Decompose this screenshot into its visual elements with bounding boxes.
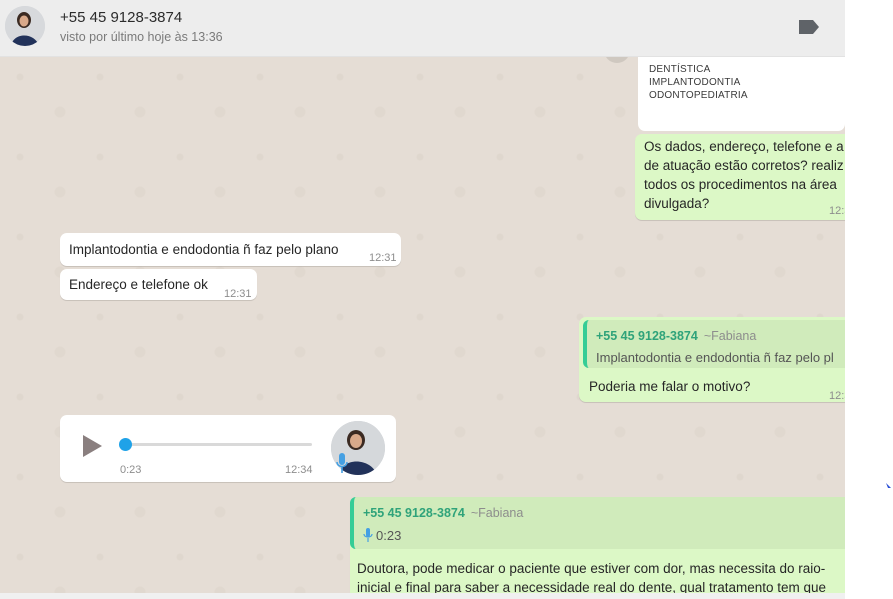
quote-sender-number: +55 45 9128-3874: [363, 506, 465, 520]
audio-progress-track[interactable]: [126, 443, 312, 446]
outgoing-message[interactable]: +55 45 9128-3874 ~Fabiana Implantodontia …: [579, 317, 845, 402]
doc-line: ODONTOPEDIATRIA: [649, 90, 748, 101]
message-line: todos os procedimentos na área: [644, 177, 837, 192]
message-line: divulgada?: [644, 196, 710, 211]
audio-duration: 0:23: [120, 464, 142, 476]
quoted-voice-message[interactable]: +55 45 9128-3874 ~Fabiana 0:23: [350, 497, 845, 549]
quote-audio-duration: 0:23: [376, 528, 402, 543]
quote-text: Implantodontia e endodontia ñ faz pelo p…: [596, 350, 834, 365]
message-time: 12:31: [369, 252, 397, 264]
whatsapp-window: +55 45 9128-3874 visto por último hoje à…: [0, 0, 845, 599]
message-line: Doutora, pode medicar o paciente que est…: [357, 561, 826, 576]
microphone-icon: [336, 453, 348, 473]
quote-sender-alias: ~Fabiana: [470, 506, 524, 520]
quote-audio: 0:23: [363, 526, 401, 545]
chat-header[interactable]: +55 45 9128-3874 visto por último hoje à…: [0, 0, 845, 57]
composer-bar-edge: [0, 593, 845, 599]
label-icon[interactable]: [797, 17, 821, 37]
incoming-message[interactable]: Endereço e telefone ok 12:31: [60, 269, 257, 300]
message-time: 12:34: [285, 464, 313, 476]
cut-text-line: [649, 57, 719, 61]
message-line: Os dados, endereço, telefone e a: [644, 139, 844, 154]
document-preview[interactable]: DENTÍSTICA IMPLANTODONTIA ODONTOPEDIATRI…: [638, 57, 845, 131]
contact-avatar[interactable]: [5, 6, 45, 46]
doc-line: DENTÍSTICA: [649, 64, 711, 75]
quoted-message[interactable]: +55 45 9128-3874 ~Fabiana Implantodontia …: [583, 320, 845, 368]
doc-line: IMPLANTODONTIA: [649, 77, 741, 88]
message-time: 12:3: [829, 205, 845, 217]
outgoing-message[interactable]: +55 45 9128-3874 ~Fabiana 0:23 Doutora, p…: [350, 497, 845, 593]
message-text: Poderia me falar o motivo?: [589, 379, 751, 394]
incoming-message[interactable]: Implantodontia e endodontia ñ faz pelo p…: [60, 233, 401, 266]
message-text: Endereço e telefone ok: [69, 277, 208, 292]
quote-sender: +55 45 9128-3874 ~Fabiana: [596, 327, 756, 346]
contact-name: +55 45 9128-3874: [60, 9, 183, 26]
quote-sender: +55 45 9128-3874 ~Fabiana: [363, 504, 523, 523]
last-seen-status: visto por último hoje às 13:36: [60, 30, 223, 44]
play-icon[interactable]: [80, 434, 104, 458]
message-text: Implantodontia e endodontia ñ faz pelo p…: [69, 242, 339, 257]
outgoing-message[interactable]: Os dados, endereço, telefone e a de atua…: [635, 134, 845, 220]
avatar-photo: [5, 6, 45, 46]
message-line: de atuação estão corretos? realiz: [644, 158, 844, 173]
message-time: 12:31: [224, 288, 252, 300]
doc-avatar-fragment: [604, 57, 630, 63]
audio-progress-knob[interactable]: [119, 438, 132, 451]
quote-sender-alias: ~Fabiana: [703, 329, 757, 343]
message-time: 12:3: [829, 390, 845, 402]
quote-sender-number: +55 45 9128-3874: [596, 329, 698, 343]
cursor-fragment-icon: [886, 483, 891, 488]
message-line: inicial e final para saber a necessidade…: [357, 580, 827, 593]
message-list[interactable]: DENTÍSTICA IMPLANTODONTIA ODONTOPEDIATRI…: [0, 57, 845, 593]
microphone-icon: [363, 528, 373, 542]
